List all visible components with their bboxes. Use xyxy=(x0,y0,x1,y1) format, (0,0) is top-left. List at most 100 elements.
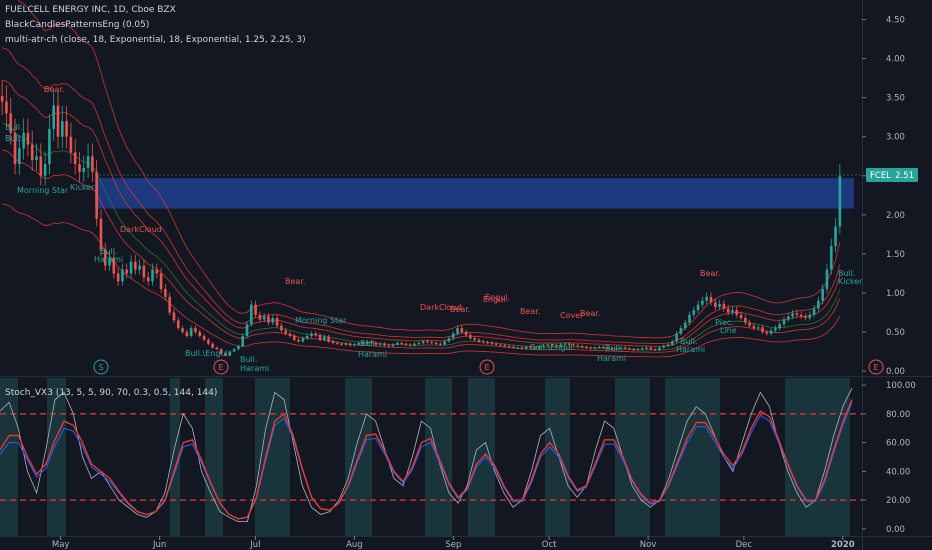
candle-body xyxy=(0,96,4,102)
stoch-tick-label: 80.00 xyxy=(886,410,910,420)
price-tick-label: 0.50 xyxy=(886,328,905,338)
pattern-label: Harami xyxy=(597,354,626,363)
pattern-label: Kicker xyxy=(838,277,863,286)
candle-body xyxy=(396,342,399,345)
candle-body xyxy=(709,296,713,303)
price-tick-label: 2.00 xyxy=(886,211,905,221)
price-tick-label: 1.50 xyxy=(886,250,905,260)
candle-body xyxy=(451,333,455,339)
candle-body xyxy=(129,261,133,274)
candle-body xyxy=(305,335,309,339)
candle-body xyxy=(756,327,760,329)
pattern-label: Bull.\Engul. xyxy=(530,343,575,352)
candle-body xyxy=(787,316,790,320)
candle-body xyxy=(202,335,206,340)
candle-body xyxy=(671,341,674,345)
candle-body xyxy=(142,265,146,278)
candle-body xyxy=(318,335,322,340)
price-tick-label: 4.00 xyxy=(886,55,905,65)
candle-body xyxy=(211,343,214,348)
candle-body xyxy=(512,346,515,348)
candle-body xyxy=(808,314,812,318)
candle-body xyxy=(494,343,498,345)
candle-body xyxy=(675,333,678,342)
candle-body xyxy=(456,328,459,334)
atr-channel-band xyxy=(1,122,841,351)
candle-body xyxy=(18,148,21,165)
candle-body xyxy=(159,273,163,290)
candle-body xyxy=(155,269,159,274)
time-tick-label: Nov xyxy=(640,540,657,550)
event-marker-label: E xyxy=(218,363,223,372)
candle-body xyxy=(30,144,34,161)
candle-body xyxy=(5,101,8,114)
candle-body xyxy=(696,304,700,311)
candle-body xyxy=(658,347,661,350)
candle-body xyxy=(589,347,592,349)
candle-body xyxy=(292,335,296,340)
pattern-label: Harami xyxy=(94,255,123,264)
candle-body xyxy=(323,336,326,340)
candle-body xyxy=(778,324,781,329)
candle-body xyxy=(683,322,687,329)
candle-body xyxy=(56,105,60,137)
candle-body xyxy=(189,328,193,336)
candle-body xyxy=(194,328,197,333)
stoch-tick-label: 20.00 xyxy=(886,496,910,506)
stoch-tick-label: 0.00 xyxy=(886,525,905,535)
candle-body xyxy=(482,341,485,343)
event-marker-label: E xyxy=(873,363,878,372)
pattern-label: Harami xyxy=(240,364,269,373)
candle-body xyxy=(765,332,769,334)
stoch-shade-band xyxy=(615,378,650,536)
candle-body xyxy=(48,128,51,165)
candle-body xyxy=(593,347,597,349)
candle-body xyxy=(271,317,275,323)
pattern-label: Bull. xyxy=(360,339,378,348)
pattern-label: DarkCloud xyxy=(420,303,462,312)
candle-body xyxy=(116,273,120,282)
candle-body xyxy=(477,339,481,342)
candle-body xyxy=(22,132,25,149)
time-tick-label: Dec xyxy=(736,540,753,550)
price-tick-label: 3.50 xyxy=(886,94,905,104)
indicator-label-patterns: BlackCandlesPatternsEng (0.05) xyxy=(5,20,150,30)
pattern-label: Bull. xyxy=(605,344,623,353)
time-tick-label: Jun xyxy=(152,540,166,550)
candle-body xyxy=(391,344,395,347)
candle-body xyxy=(99,218,103,250)
candle-body xyxy=(310,333,313,336)
candle-body xyxy=(340,343,343,345)
candle-body xyxy=(134,261,137,270)
candle-body xyxy=(267,316,270,323)
candle-body xyxy=(301,338,305,342)
candle-body xyxy=(237,346,240,350)
candle-body xyxy=(241,335,245,347)
stoch-tick-label: 100.00 xyxy=(886,381,916,391)
candle-body xyxy=(172,312,176,321)
price-tick-label: 0.00 xyxy=(886,367,905,377)
stoch-shade-band xyxy=(0,378,18,536)
candle-body xyxy=(164,289,167,297)
time-tick-label: Oct xyxy=(542,540,557,550)
time-tick-label: 2020 xyxy=(831,540,855,550)
pattern-label: Bull. xyxy=(5,123,23,132)
time-tick-label: Sep xyxy=(445,540,461,550)
candle-body xyxy=(91,156,94,172)
pattern-label: Bear. xyxy=(520,307,540,316)
time-tick-label: Jul xyxy=(249,540,260,550)
candle-body xyxy=(632,349,635,351)
candle-body xyxy=(623,347,627,349)
candle-body xyxy=(52,105,55,129)
stoch-shade-band xyxy=(468,378,495,536)
candle-body xyxy=(335,342,339,344)
candle-body xyxy=(344,343,348,345)
candle-body xyxy=(520,347,524,349)
candle-body xyxy=(176,320,180,329)
candle-body xyxy=(387,345,391,347)
candle-body xyxy=(761,327,764,333)
candle-body xyxy=(434,342,438,344)
candle-body xyxy=(752,325,756,329)
pattern-label: Bull. xyxy=(5,134,23,143)
candle-body xyxy=(597,346,601,348)
